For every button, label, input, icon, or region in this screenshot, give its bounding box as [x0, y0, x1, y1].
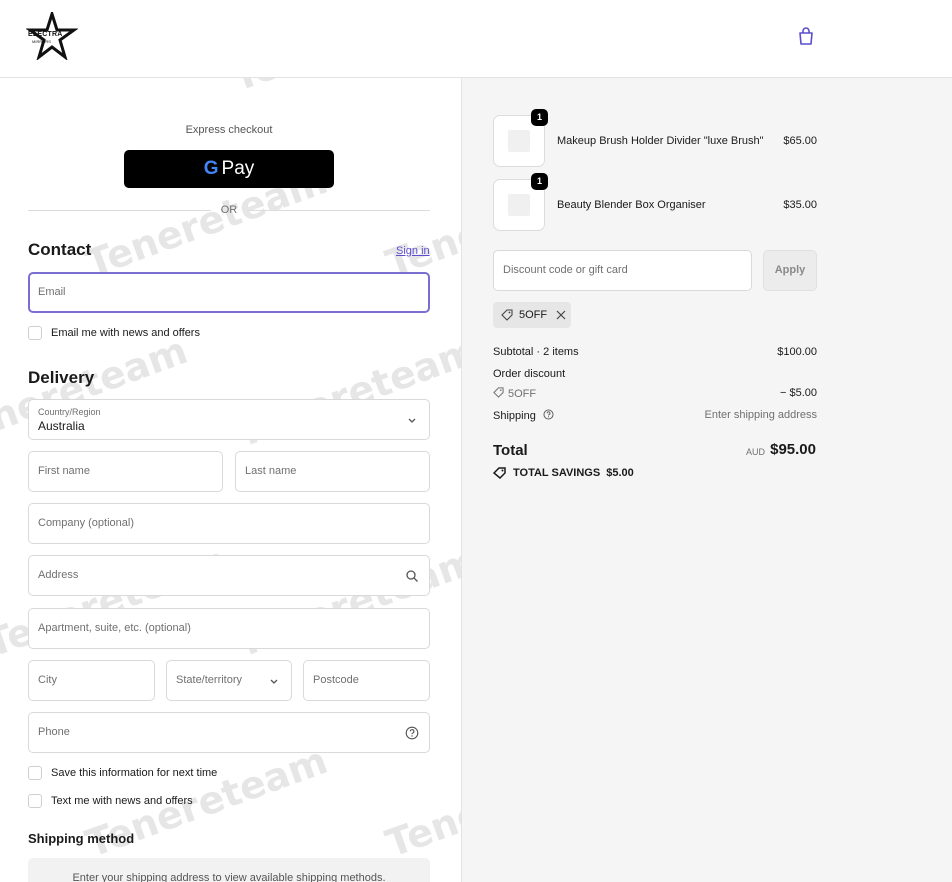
subtotal-value: $100.00 — [777, 346, 817, 358]
shipping-label: Shipping — [493, 410, 536, 422]
phone-field[interactable]: Phone — [28, 712, 430, 753]
google-pay-button[interactable]: G Pay — [124, 150, 334, 188]
tag-icon — [493, 467, 506, 479]
first-name-field[interactable]: First name — [28, 451, 223, 492]
or-label: OR — [220, 204, 238, 216]
or-divider: OR — [28, 204, 430, 216]
cart-item: 1 Beauty Blender Box Organiser $35.00 — [493, 173, 817, 231]
tag-icon — [493, 387, 504, 398]
country-label: Country/Region — [38, 407, 101, 417]
order-discount-row: Order discount — [493, 368, 817, 380]
apartment-placeholder: Apartment, suite, etc. (optional) — [38, 622, 191, 634]
quantity-badge: 1 — [531, 109, 548, 126]
email-field[interactable]: Email — [28, 272, 430, 313]
checkout-form: Express checkout G Pay OR Contact Sign i… — [0, 78, 461, 882]
currency-code: AUD — [746, 447, 766, 457]
discount-code-row: 5OFF − $5.00 — [493, 387, 817, 400]
postcode-placeholder: Postcode — [313, 674, 359, 686]
email-news-checkbox[interactable]: Email me with news and offers — [28, 326, 200, 340]
text-news-checkbox[interactable]: Text me with news and offers — [28, 794, 193, 808]
email-news-label: Email me with news and offers — [51, 327, 200, 339]
applied-code: 5OFF — [519, 309, 548, 321]
shipping-value: Enter shipping address — [704, 409, 817, 421]
total-label: Total — [493, 442, 528, 459]
total-value: $95.00 — [770, 441, 816, 458]
state-placeholder: State/territory — [176, 674, 243, 686]
city-field[interactable]: City — [28, 660, 155, 701]
tag-icon — [501, 309, 513, 321]
brand-sub: MIRRORS — [32, 39, 51, 44]
product-name: Beauty Blender Box Organiser — [557, 199, 706, 211]
savings-label: TOTAL SAVINGS — [513, 467, 601, 479]
cart-item: 1 Makeup Brush Holder Divider "luxe Brus… — [493, 109, 817, 167]
shipping-method-heading: Shipping method — [28, 831, 135, 846]
brand-logo[interactable]: ELECTRA MIRRORS — [25, 8, 79, 62]
discount-code-input[interactable]: Discount code or gift card — [493, 250, 752, 291]
help-circle-icon[interactable] — [543, 409, 554, 420]
postcode-field[interactable]: Postcode — [303, 660, 430, 701]
site-header: ELECTRA MIRRORS — [0, 0, 952, 78]
brand-name: ELECTRA — [28, 31, 63, 38]
product-name: Makeup Brush Holder Divider "luxe Brush" — [557, 135, 764, 147]
state-select[interactable]: State/territory — [166, 660, 292, 701]
save-info-label: Save this information for next time — [51, 767, 218, 779]
shipping-row: Shipping Enter shipping address — [493, 409, 817, 422]
discount-value: − $5.00 — [779, 387, 817, 399]
checkbox-box[interactable] — [28, 794, 42, 808]
order-discount-label: Order discount — [493, 368, 566, 380]
last-name-placeholder: Last name — [245, 465, 297, 477]
country-value: Australia — [38, 419, 85, 433]
order-summary: 1 Makeup Brush Holder Divider "luxe Brus… — [461, 78, 952, 882]
contact-heading: Contact — [28, 240, 92, 259]
search-icon — [406, 570, 418, 582]
savings-value: $5.00 — [606, 467, 634, 479]
phone-placeholder: Phone — [38, 726, 70, 738]
chevron-down-icon — [270, 679, 278, 684]
shopping-bag-icon[interactable] — [797, 26, 815, 46]
text-news-label: Text me with news and offers — [51, 795, 193, 807]
company-field[interactable]: Company (optional) — [28, 503, 430, 544]
product-price: $65.00 — [783, 135, 817, 147]
first-name-placeholder: First name — [38, 465, 90, 477]
chevron-down-icon — [408, 418, 416, 423]
city-placeholder: City — [38, 674, 57, 686]
subtotal-row: Subtotal · 2 items $100.00 — [493, 346, 817, 358]
discount-code-label: 5OFF — [508, 388, 537, 400]
checkbox-box[interactable] — [28, 326, 42, 340]
discount-placeholder: Discount code or gift card — [503, 264, 628, 276]
quantity-badge: 1 — [531, 173, 548, 190]
shipping-method-notice: Enter your shipping address to view avai… — [28, 858, 430, 882]
applied-discount-chip: 5OFF — [493, 302, 571, 328]
address-field[interactable]: Address — [28, 555, 430, 596]
help-circle-icon[interactable] — [405, 726, 419, 740]
google-g-icon: G — [203, 158, 219, 179]
total-savings: TOTAL SAVINGS $5.00 — [493, 467, 634, 479]
company-placeholder: Company (optional) — [38, 517, 134, 529]
subtotal-label: Subtotal · 2 items — [493, 346, 579, 358]
address-placeholder: Address — [38, 569, 79, 581]
close-icon[interactable] — [556, 310, 566, 320]
express-checkout-label: Express checkout — [185, 124, 273, 136]
last-name-field[interactable]: Last name — [235, 451, 430, 492]
save-info-checkbox[interactable]: Save this information for next time — [28, 766, 217, 780]
sign-in-link[interactable]: Sign in — [396, 245, 430, 257]
checkbox-box[interactable] — [28, 766, 42, 780]
country-select[interactable]: Country/Region Australia — [28, 399, 430, 440]
product-price: $35.00 — [783, 199, 817, 211]
apartment-field[interactable]: Apartment, suite, etc. (optional) — [28, 608, 430, 649]
apply-discount-button[interactable]: Apply — [763, 250, 817, 291]
email-placeholder: Email — [38, 286, 66, 298]
google-pay-label: Pay — [221, 158, 255, 179]
delivery-heading: Delivery — [28, 368, 95, 387]
